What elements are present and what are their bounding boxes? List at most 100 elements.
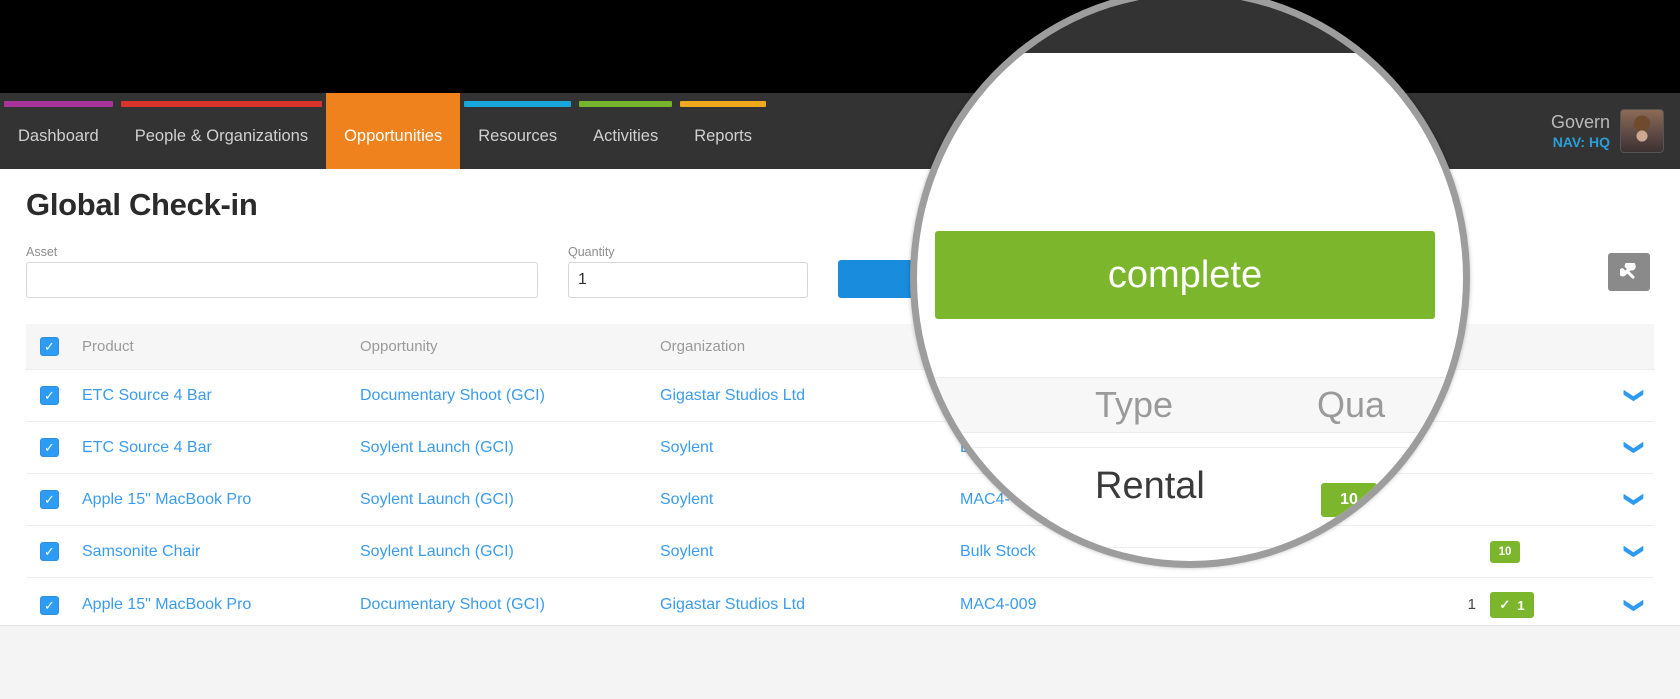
row-checkbox[interactable]: ✓ (40, 490, 59, 509)
cell-organization-text: Soylent (660, 438, 714, 456)
quantity-field-group: Quantity (568, 245, 808, 298)
status-badge[interactable]: ✓ 1 (1490, 592, 1534, 618)
magnified-row-divider-top (917, 447, 1463, 448)
nav-item-opportunities[interactable]: Opportunities (326, 93, 461, 169)
cell-organization-text: Gigastar Studios Ltd (660, 596, 805, 613)
cell-product-text: Samsonite Chair (82, 542, 201, 560)
cell-opportunity-text: Soylent Launch (GCI) (360, 490, 514, 508)
badge-check-icon: ✓ (1499, 597, 1511, 612)
cell-organization[interactable]: Soylent (660, 421, 960, 474)
cell-organization[interactable]: Gigastar Studios Ltd (660, 369, 960, 422)
cell-product[interactable]: Apple 15" MacBook Pro (82, 473, 360, 526)
nav-accent-bar (120, 101, 323, 107)
magnifier-lens: complete Type Qua Rental 10 1 ✓ 1 (910, 0, 1470, 568)
badge-value: 1 (1517, 597, 1525, 613)
cell-product-text: ETC Source 4 Bar (82, 438, 212, 456)
user-text-block: Govern NAV: HQ (1551, 111, 1610, 151)
nav-item-label: Activities (593, 126, 659, 145)
cell-row-actions: ❯ (1600, 369, 1654, 422)
nav-item-label: Dashboard (18, 126, 99, 145)
cell-badge (1490, 473, 1600, 526)
magnified-column-header-type[interactable]: Type (1095, 377, 1255, 433)
row-select-cell: ✓ (26, 369, 82, 422)
nav-accent-bar (464, 101, 572, 107)
chevron-down-icon[interactable]: ❯ (1623, 544, 1646, 560)
cell-organization[interactable]: Soylent (660, 473, 960, 526)
nav-item-people-organizations[interactable]: People & Organizations (117, 93, 326, 169)
cell-quantity-text: 1 (1467, 596, 1476, 613)
cell-product-text: Apple 15" MacBook Pro (82, 596, 252, 613)
wrench-icon[interactable] (1608, 253, 1650, 291)
magnifier-content: complete Type Qua Rental 10 1 ✓ 1 (917, 0, 1463, 561)
user-name: Govern (1550, 112, 1610, 132)
nav-item-label: People & Organizations (134, 126, 309, 145)
cell-organization[interactable]: Soylent (660, 525, 960, 578)
column-header-badge (1490, 324, 1600, 370)
row-checkbox[interactable]: ✓ (40, 438, 59, 457)
cell-opportunity-text: Soylent Launch (GCI) (360, 438, 514, 456)
row-select-cell: ✓ (26, 421, 82, 474)
column-header-opportunity[interactable]: Opportunity (360, 324, 660, 370)
cell-product-text: ETC Source 4 Bar (82, 386, 212, 404)
magnified-row-divider-bottom (917, 547, 1463, 548)
asset-input[interactable] (26, 262, 538, 298)
nav-item-label: Opportunities (344, 126, 443, 145)
cell-organization-text: Soylent (660, 490, 714, 508)
nav-item-reports[interactable]: Reports (676, 93, 770, 169)
cell-organization-text: Soylent (660, 542, 714, 560)
cell-product[interactable]: Samsonite Chair (82, 525, 360, 578)
cell-badge: 10 (1490, 525, 1600, 578)
asset-label: Asset (26, 245, 58, 259)
magnified-complete-button[interactable]: complete (935, 231, 1435, 319)
magnifier-navbar-slice (917, 0, 1463, 53)
quantity-input[interactable] (568, 262, 808, 298)
chevron-down-icon[interactable]: ❯ (1623, 440, 1646, 456)
nav-accent-bar (4, 101, 113, 107)
cell-opportunity[interactable]: Documentary Shoot (GCI) (360, 369, 660, 422)
cell-product[interactable]: ETC Source 4 Bar (82, 369, 360, 422)
chevron-down-icon[interactable]: ❯ (1623, 492, 1646, 508)
select-all-header: ✓ (26, 324, 82, 370)
asset-field-group: Asset (26, 245, 538, 298)
cell-opportunity-text: Soylent Launch (GCI) (360, 542, 514, 560)
chevron-down-icon[interactable]: ❯ (1623, 388, 1646, 404)
cell-row-actions: ❯ (1600, 525, 1654, 578)
row-select-cell: ✓ (26, 525, 82, 578)
cell-row-actions: ❯ (1600, 473, 1654, 526)
cell-row-actions: ❯ (1600, 421, 1654, 474)
cell-product[interactable]: ETC Source 4 Bar (82, 421, 360, 474)
nav-item-activities[interactable]: Activities (575, 93, 676, 169)
avatar[interactable] (1620, 109, 1664, 153)
magnified-badge-10[interactable]: 10 (1321, 483, 1377, 517)
magnified-column-header-quantity[interactable]: Qua (1317, 377, 1463, 433)
magnified-type-value: Rental (1095, 465, 1205, 507)
column-header-actions (1600, 324, 1654, 370)
badge-value: 10 (1498, 545, 1512, 558)
row-checkbox[interactable]: ✓ (40, 386, 59, 405)
select-all-checkbox[interactable]: ✓ (40, 337, 59, 356)
status-badge[interactable]: 10 (1490, 540, 1520, 563)
chevron-down-icon[interactable]: ❯ (1623, 597, 1646, 613)
cell-organization-text: Gigastar Studios Ltd (660, 386, 805, 404)
footer-strip (0, 625, 1680, 699)
row-checkbox[interactable]: ✓ (40, 595, 59, 615)
nav-item-resources[interactable]: Resources (460, 93, 575, 169)
nav-item-list: Dashboard People & Organizations Opportuni… (0, 93, 770, 169)
user-location-badge[interactable]: NAV: HQ (1551, 134, 1610, 152)
row-checkbox[interactable]: ✓ (40, 542, 59, 561)
user-menu[interactable]: Govern NAV: HQ (1551, 93, 1672, 169)
cell-badge (1490, 369, 1600, 422)
cell-opportunity[interactable]: Soylent Launch (GCI) (360, 473, 660, 526)
cell-opportunity[interactable]: Soylent Launch (GCI) (360, 421, 660, 474)
cell-badge (1490, 421, 1600, 474)
nav-item-label: Resources (478, 126, 558, 145)
nav-accent-bar (579, 101, 673, 107)
quantity-label: Quantity (568, 245, 615, 259)
column-header-product[interactable]: Product (82, 324, 360, 370)
nav-item-label: Reports (694, 126, 752, 145)
nav-item-dashboard[interactable]: Dashboard (0, 93, 117, 169)
cell-opportunity[interactable]: Soylent Launch (GCI) (360, 525, 660, 578)
cell-opportunity-text: Documentary Shoot (GCI) (360, 596, 545, 613)
cell-asset-text: MAC4-009 (960, 596, 1037, 613)
cell-product-text: Apple 15" MacBook Pro (82, 490, 252, 508)
